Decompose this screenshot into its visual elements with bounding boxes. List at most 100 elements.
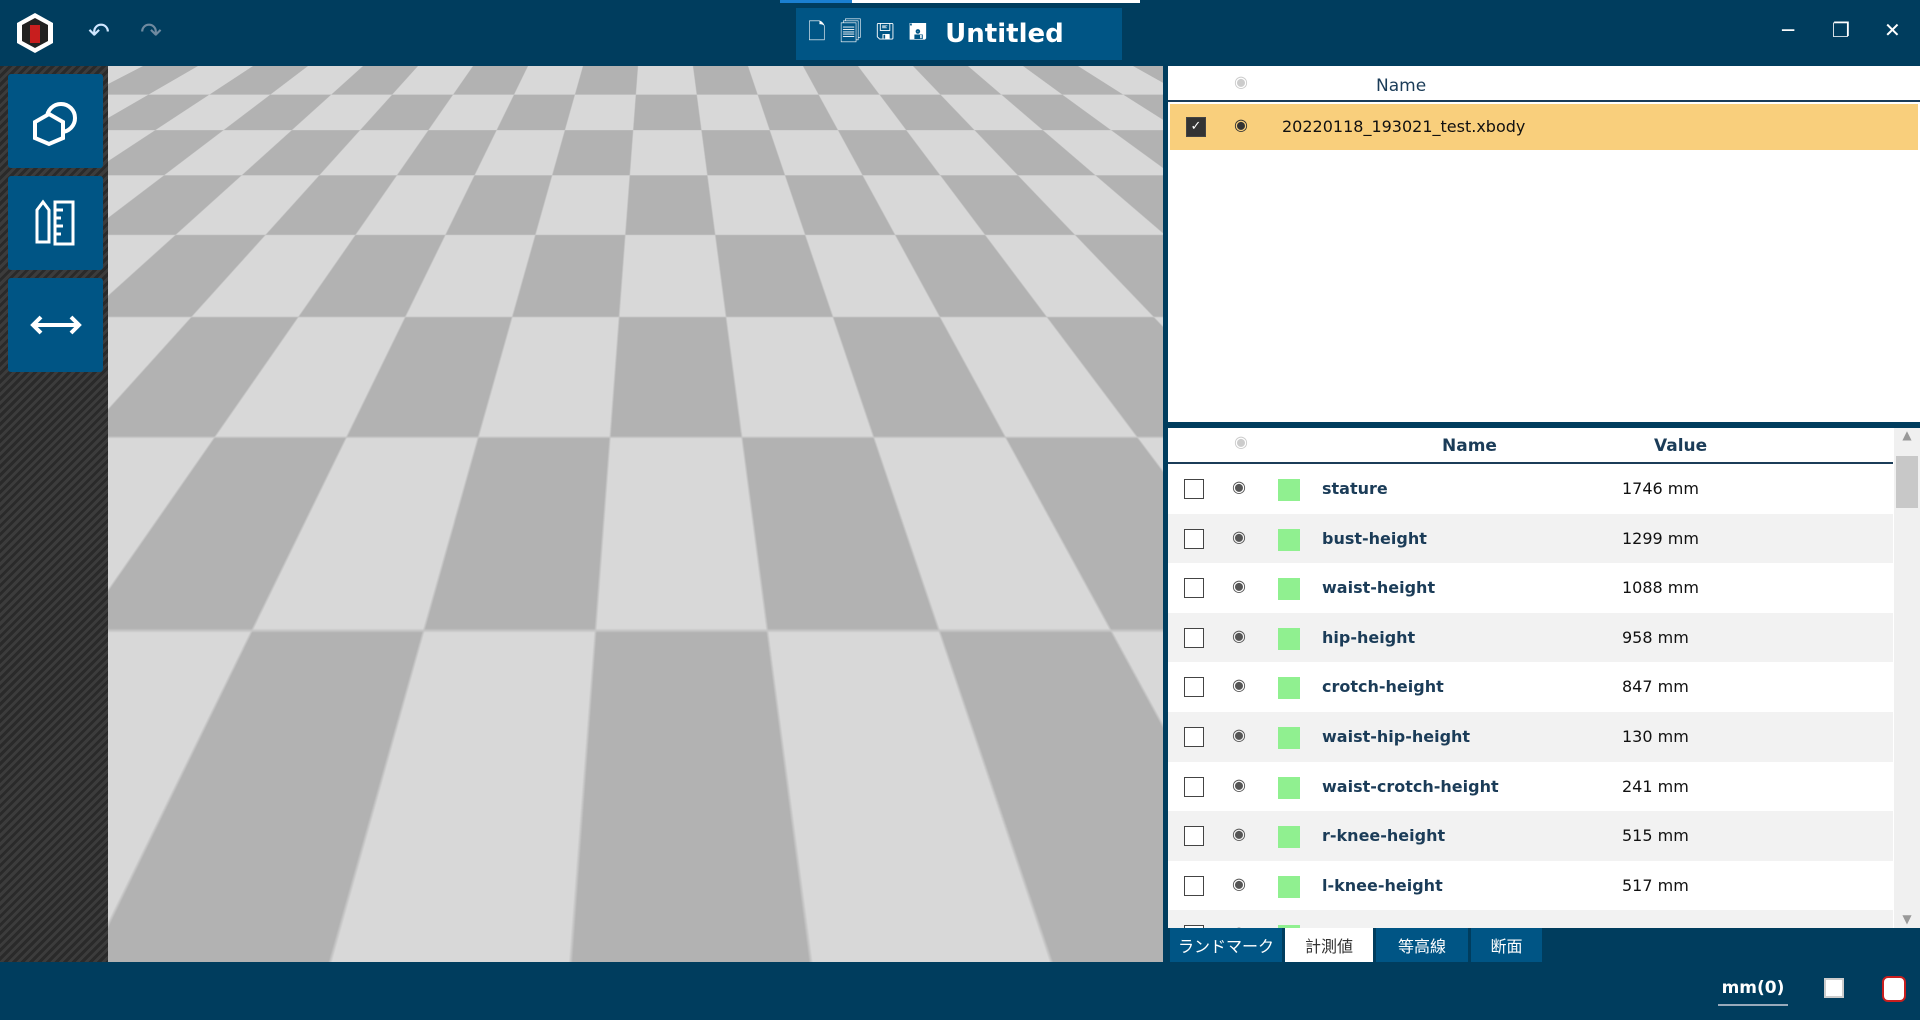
file-checkbox[interactable]: ✓ [1186,117,1206,137]
color-swatch[interactable] [1278,528,1300,551]
new-file-icon[interactable]: 🗋 [808,15,826,53]
measurement-row[interactable]: ◉ hip-height 958 mm [1168,612,1893,663]
eye-icon[interactable]: ◉ [1232,626,1246,645]
eye-icon[interactable]: ◉ [1232,527,1246,546]
measurement-name: waist-height [1322,578,1436,598]
row-checkbox[interactable] [1184,677,1204,698]
measurement-row[interactable]: ◉ [1168,910,1893,928]
double-arrow-icon [29,315,82,335]
measurement-row[interactable]: ◉ stature 1746 mm [1168,464,1893,514]
row-checkbox[interactable] [1184,727,1204,747]
status-bar: mm(0) [0,962,1920,1020]
unit-selector[interactable]: mm(0) [1718,978,1788,1006]
view-cube-front[interactable]: F [1022,862,1066,910]
measurement-value: 130 mm [1622,727,1689,746]
redo-icon[interactable]: ↷ [136,18,166,48]
color-swatch[interactable] [1278,677,1300,700]
eye-icon[interactable]: ◉ [1232,576,1246,595]
measurement-name: stature [1322,479,1388,498]
app-logo [12,12,58,54]
color-swatch[interactable] [1278,875,1300,898]
tab-sections[interactable]: 断面 [1471,928,1542,962]
left-toolbar [0,66,108,962]
clear-name-icon[interactable]: ✕ [1095,176,1111,192]
measurement-value: 1746 mm [1622,479,1699,498]
name-label: 名称 [759,174,792,193]
measurement-row[interactable]: ◉ crotch-height 847 mm [1168,662,1893,713]
measurement-name: waist-crotch-height [1322,776,1499,796]
measurement-name: crotch-height [1322,677,1444,697]
3d-viewport[interactable]: ⬢ F R 2 点距離の計測 名称 Unnamed ✕ 始点 ✕ 終点 ✕ 計測… [108,66,1163,962]
save-as-icon[interactable]: 🖪 [908,15,927,53]
color-swatch[interactable] [1278,776,1300,799]
value-column-header[interactable]: Value [1654,436,1707,456]
tab-contours[interactable]: 等高線 [1376,928,1468,962]
restore-button[interactable]: ❐ [1832,18,1850,42]
end-point-dot [805,301,817,313]
ok-button[interactable]: OK [817,412,937,456]
clear-start-icon[interactable]: ✕ [1135,239,1151,255]
end-point-input[interactable] [825,284,1125,330]
measurement-row[interactable]: ◉ bust-height 1299 mm [1168,513,1893,564]
tab-landmarks[interactable]: ランドマーク [1170,928,1282,962]
eye-icon[interactable]: ◉ [1232,775,1246,794]
measure-tools-button[interactable] [8,176,103,270]
name-column-header[interactable]: Name [1376,76,1426,96]
row-checkbox[interactable] [1184,479,1204,499]
scrollbar[interactable]: ▲ ▼ [1894,428,1920,928]
view-cube[interactable]: F R [1000,842,1110,926]
color-swatch[interactable] [1278,627,1300,650]
eye-icon[interactable]: ◉ [1234,115,1248,134]
eye-icon[interactable]: ◉ [1232,675,1246,694]
model-view-button[interactable] [8,74,103,168]
row-checkbox[interactable] [1184,875,1204,896]
name-input[interactable]: Unnamed [831,160,1119,208]
measurement-name: l-knee-height [1322,875,1443,895]
cancel-button[interactable]: キャンセル [961,412,1081,456]
row-checkbox[interactable] [1184,578,1204,599]
start-point-dot [805,241,817,253]
color-swatch[interactable] [1278,826,1300,849]
measurement-row[interactable]: ◉ r-knee-height 515 mm [1168,811,1893,862]
measurement-row[interactable]: ◉ waist-hip-height 130 mm [1168,712,1893,762]
app-badge-icon[interactable] [1882,976,1906,1002]
measurement-name: hip-height [1322,627,1416,647]
file-toolbar: 🗋 🗐 🖫 🖪 Untitled [796,8,1122,60]
save-icon[interactable]: 🖫 [876,15,895,53]
eye-icon[interactable]: ◉ [1232,477,1246,496]
distance-button[interactable] [8,278,103,372]
measurement-name: r-knee-height [1322,826,1446,846]
measurement-row[interactable]: ◉ waist-crotch-height 241 mm [1168,761,1893,812]
ruler-pencil-icon [35,199,74,246]
view-cube-right[interactable]: R [1066,856,1082,904]
minimize-button[interactable]: ─ [1782,18,1794,42]
color-swatch[interactable] [1278,479,1300,501]
measurement-row[interactable]: ◉ waist-height 1088 mm [1168,563,1893,614]
tab-measurements[interactable]: 計測値 [1285,928,1373,962]
measurement-value: 1088 mm [1622,578,1699,598]
measurement-name: waist-hip-height [1322,727,1471,746]
row-checkbox[interactable] [1184,528,1204,549]
scroll-down-icon[interactable]: ▼ [1894,912,1920,926]
measurement-row[interactable]: ◉ l-knee-height 517 mm [1168,860,1893,911]
window-mode-icon[interactable] [1824,978,1844,998]
clear-end-icon[interactable]: ✕ [1135,299,1151,315]
color-swatch[interactable] [1278,727,1300,749]
eye-icon[interactable]: ◉ [1232,725,1246,744]
scroll-thumb[interactable] [1896,456,1918,508]
open-file-icon[interactable]: 🗐 [840,15,862,53]
row-checkbox[interactable] [1184,776,1204,797]
start-point-input[interactable] [825,224,1125,270]
eye-icon[interactable]: ◉ [1232,874,1246,893]
color-swatch[interactable] [1278,578,1300,601]
close-button[interactable]: ✕ [1884,18,1901,42]
eye-icon[interactable]: ◉ [1232,824,1246,843]
scroll-up-icon[interactable]: ▲ [1894,428,1920,442]
view-reset-button[interactable]: ⬢ [608,68,662,124]
row-checkbox[interactable] [1184,627,1204,648]
file-row[interactable]: ✓ ◉ 20220118_193021_test.xbody [1170,104,1918,150]
undo-icon[interactable]: ↶ [84,18,114,48]
measurement-list-panel: ◉ Name Value ◉ stature 1746 mm ◉ bust-height… [1168,428,1920,928]
name-column-header[interactable]: Name [1442,436,1497,456]
row-checkbox[interactable] [1184,826,1204,847]
